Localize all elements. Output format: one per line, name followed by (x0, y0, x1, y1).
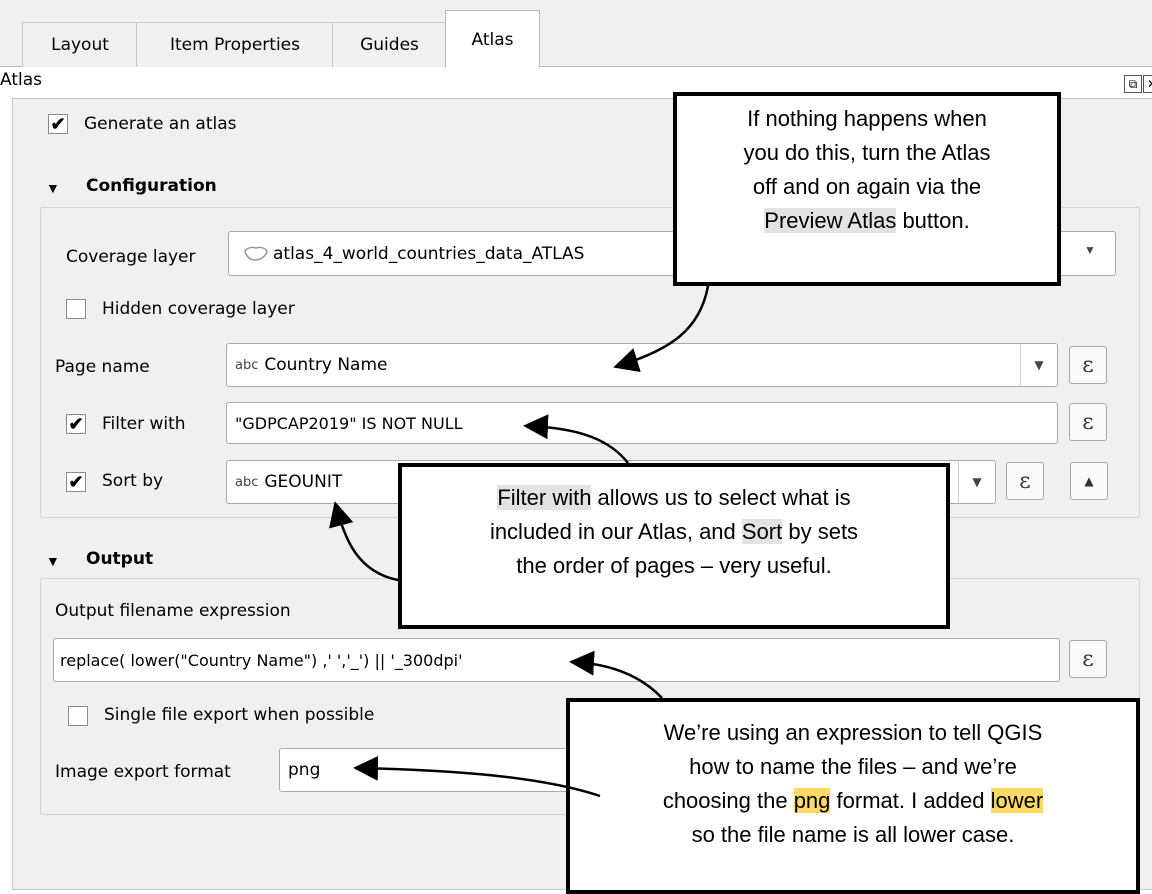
callout-line: Preview Atlas button. (687, 204, 1047, 238)
callout-filter-sort: Filter with allows us to select what is … (398, 463, 950, 629)
filter-expression-input[interactable]: "GDPCAP2019" IS NOT NULL (226, 402, 1058, 444)
callout-text: by sets (782, 519, 859, 544)
image-format-select[interactable]: png (279, 748, 609, 792)
callout-line: Filter with allows us to select what is (412, 481, 936, 515)
coverage-dropdown-icon[interactable]: ▼ (1084, 243, 1096, 257)
callout-line: how to name the files – and we’re (689, 754, 1017, 779)
output-filename-label: Output filename expression (55, 601, 291, 621)
generate-atlas-label: Generate an atlas (84, 114, 237, 134)
callout-text: allows us to select what is (591, 485, 851, 510)
output-filename-value: replace( lower("Country Name") ,' ','_')… (60, 650, 463, 670)
callout-text: button. (896, 208, 970, 233)
callout-expression-png: We’re using an expression to tell QGIS h… (566, 698, 1140, 894)
callout-line: so the file name is all lower case. (691, 822, 1015, 847)
page-name-value: Country Name (264, 355, 388, 375)
output-filename-input[interactable]: replace( lower("Country Name") ,' ','_')… (53, 638, 1060, 682)
page-name-select[interactable]: abc Country Name ▼ (226, 343, 1058, 387)
output-heading: Output (86, 549, 154, 569)
image-format-value: png (288, 760, 321, 780)
highlight-preview-atlas: Preview Atlas (764, 208, 897, 233)
callout-line: you do this, turn the Atlas (743, 140, 991, 165)
tab-guides[interactable]: Guides (332, 22, 447, 67)
page-name-expression-button[interactable]: ε (1069, 346, 1107, 384)
highlight-lower: lower (990, 788, 1044, 813)
polygon-layer-icon (244, 246, 268, 261)
collapse-triangle-icon[interactable]: ▼ (46, 180, 60, 196)
callout-text: format. I added (830, 788, 991, 813)
hidden-coverage-label: Hidden coverage layer (102, 299, 295, 319)
callout-line: If nothing happens when (747, 106, 987, 131)
callout-text: choosing the (662, 788, 794, 813)
sort-by-expression-button[interactable]: ε (1006, 462, 1044, 500)
callout-text: included in our Atlas, and (489, 519, 742, 544)
callout-line: off and on again via the (752, 174, 982, 199)
sort-by-checkbox[interactable]: ✔ (66, 472, 86, 492)
coverage-layer-value: atlas_4_world_countries_data_ATLAS (273, 243, 585, 264)
callout-line: included in our Atlas, and Sort by sets (412, 515, 936, 549)
sort-ascending-icon[interactable]: ▲ (1070, 462, 1108, 500)
configuration-heading: Configuration (86, 176, 217, 196)
page-name-label: Page name (55, 357, 150, 377)
float-panel-icon[interactable]: ⧉ (1124, 75, 1142, 93)
string-field-icon: abc (235, 474, 259, 490)
page-name-dropdown-icon[interactable]: ▼ (1020, 344, 1057, 386)
image-format-label: Image export format (55, 762, 231, 782)
filter-expression-value: "GDPCAP2019" IS NOT NULL (235, 413, 463, 433)
output-filename-expression-button[interactable]: ε (1069, 640, 1107, 678)
tab-atlas[interactable]: Atlas (445, 10, 540, 68)
highlight-filter-with: Filter with (497, 485, 592, 510)
highlight-sort: Sort (741, 519, 783, 544)
tab-item-properties[interactable]: Item Properties (136, 22, 334, 67)
tab-layout[interactable]: Layout (22, 22, 138, 67)
close-panel-icon[interactable]: ✕ (1143, 75, 1152, 93)
callout-preview-atlas: If nothing happens when you do this, tur… (673, 92, 1061, 286)
single-file-label: Single file export when possible (104, 705, 375, 725)
callout-line: We’re using an expression to tell QGIS (663, 720, 1043, 745)
panel-title: Atlas (0, 70, 42, 90)
filter-expression-button[interactable]: ε (1069, 403, 1107, 441)
highlight-png: png (793, 788, 831, 813)
generate-atlas-checkbox[interactable]: ✔ (48, 114, 68, 134)
callout-line: the order of pages – very useful. (516, 553, 832, 578)
sort-by-dropdown-icon[interactable]: ▼ (958, 461, 995, 503)
collapse-triangle-icon[interactable]: ▼ (46, 553, 60, 569)
callout-line: choosing the png format. I added lower (580, 784, 1126, 818)
string-field-icon: abc (235, 357, 259, 373)
sort-by-label: Sort by (102, 471, 164, 491)
filter-with-label: Filter with (102, 414, 186, 434)
coverage-layer-label: Coverage layer (66, 247, 196, 267)
filter-with-checkbox[interactable]: ✔ (66, 414, 86, 434)
single-file-checkbox[interactable] (68, 706, 88, 726)
hidden-coverage-checkbox[interactable] (66, 299, 86, 319)
